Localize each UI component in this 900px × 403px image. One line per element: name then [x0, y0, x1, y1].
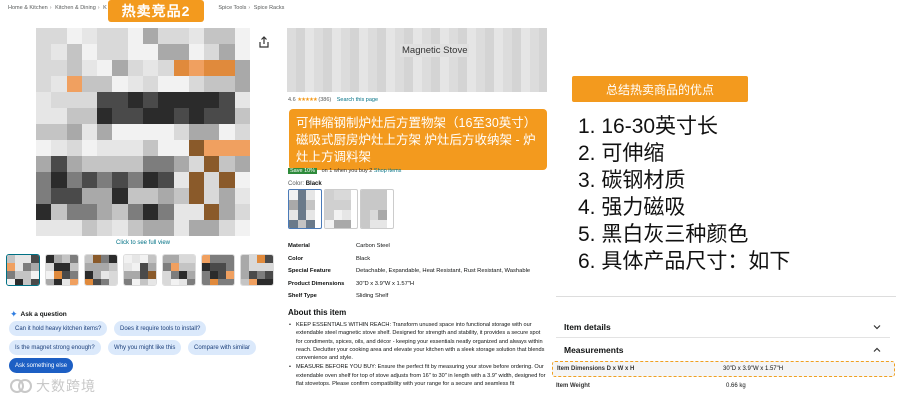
breadcrumb-item[interactable]: Kitchen & Dining	[55, 5, 96, 11]
list-item: 6. 具体产品尺寸：如下	[578, 250, 791, 273]
list-item: 5. 黑白灰三种颜色	[578, 223, 749, 246]
save-badge: Save 10%	[288, 168, 318, 174]
spec-table: Material Carbon Steel Color Black Special Fe…	[288, 240, 530, 303]
chevron-down-icon	[873, 324, 881, 329]
product-title: Magnetic Stove	[400, 44, 470, 57]
save-text: on 1 when you buy 2	[321, 168, 373, 174]
chevron-up-icon	[873, 347, 881, 352]
breadcrumb-item[interactable]: Spice Racks	[254, 5, 285, 11]
rating-count[interactable]: (386)	[318, 97, 331, 103]
title-translation-callout: 可伸缩钢制炉灶后方置物架（16至30英寸）磁吸式厨房炉灶上方架 炉灶后方收纳架 …	[289, 109, 547, 170]
top-tag: 热卖竞品2	[108, 0, 204, 22]
thumbnail[interactable]	[45, 254, 79, 286]
spec-value: 30"D x 3.9"W x 1.57"H	[356, 280, 415, 287]
question-chip[interactable]: Why you might like this	[108, 340, 182, 355]
product-title-blurred	[287, 28, 547, 92]
main-product-image[interactable]	[36, 28, 250, 236]
item-details-label: Item details	[564, 321, 611, 332]
about-bullets: KEEP ESSENTIALS WITHIN REACH: Transform …	[288, 321, 548, 389]
divider	[556, 296, 896, 297]
spec-value: Carbon Steel	[356, 243, 390, 250]
spec-key: Special Feature	[288, 268, 331, 275]
breadcrumb-item[interactable]: Spice Tools	[218, 5, 246, 11]
measurements-label: Measurements	[564, 345, 624, 355]
watermark-text: 大数跨境	[36, 378, 96, 394]
dimensions-row-highlighted: Item Dimensions D x W x H 30"D x 3.9"W x…	[552, 361, 895, 377]
search-page-link[interactable]: Search this page	[337, 97, 378, 103]
list-item: KEEP ESSENTIALS WITHIN REACH: Transform …	[288, 321, 548, 362]
spec-key: Color	[288, 255, 304, 262]
color-swatch[interactable]	[324, 189, 358, 229]
spec-row: Material Carbon Steel	[288, 240, 530, 253]
question-chip[interactable]: Is the magnet strong enough?	[9, 340, 101, 355]
question-chip[interactable]: Compare with similar	[188, 340, 257, 355]
item-details-accordion[interactable]: Item details	[556, 316, 890, 338]
breadcrumb-item[interactable]: K	[103, 5, 107, 11]
sparkle-icon: ✦	[10, 309, 18, 319]
spec-key: Shelf Type	[288, 293, 317, 300]
list-item: MEASURE BEFORE YOU BUY: Ensure the perfe…	[288, 363, 548, 388]
question-chip[interactable]: Does it require tools to install?	[114, 321, 207, 336]
about-heading: About this item	[288, 308, 347, 317]
list-item: 4. 强力磁吸	[578, 196, 686, 219]
thumbnail[interactable]	[240, 254, 274, 286]
watermark-logo-icon	[10, 379, 32, 393]
list-item: 3. 碳钢材质	[578, 169, 686, 192]
spec-row: Color Black	[288, 253, 530, 266]
spec-row: Special Feature Detachable, Expandable, H…	[288, 265, 530, 278]
color-label: Color: Black	[288, 181, 322, 187]
rating-row: 4.6 ★★★★★ (386) Search this page	[288, 97, 378, 103]
thumbnail[interactable]	[201, 254, 235, 286]
thumbnail[interactable]	[162, 254, 196, 286]
spec-value: Sliding Shelf	[356, 293, 389, 300]
ask-question-label: Ask a question	[20, 311, 67, 318]
measurements-accordion[interactable]: Measurements	[556, 339, 890, 361]
advantages-list: 1. 16-30英寸长 2. 可伸缩 3. 碳钢材质 4. 强力磁吸 5. 黑白…	[578, 113, 790, 275]
question-chip[interactable]: Can it hold heavy kitchen items?	[9, 321, 108, 336]
ask-something-else-button[interactable]: Ask something else	[9, 358, 74, 373]
breadcrumb-item[interactable]: Home & Kitchen	[8, 5, 48, 11]
thumbnail[interactable]	[84, 254, 118, 286]
color-swatches	[288, 189, 394, 229]
weight-value: 0.66 kg	[726, 382, 746, 389]
dimensions-value: 30"D x 3.9"W x 1.57"H	[723, 366, 784, 372]
share-icon[interactable]	[258, 36, 270, 48]
save-promo-row: Save 10% on 1 when you buy 2 Shop items	[288, 168, 401, 174]
thumbnail[interactable]	[123, 254, 157, 286]
selected-color: Black	[305, 181, 322, 187]
spec-value: Black	[356, 255, 371, 262]
weight-row: Item Weight 0.66 kg	[556, 379, 890, 392]
dimensions-key: Item Dimensions D x W x H	[557, 366, 635, 372]
spec-row: Product Dimensions 30"D x 3.9"W x 1.57"H	[288, 278, 530, 291]
weight-key: Item Weight	[556, 382, 590, 389]
star-rating-icon[interactable]: ★★★★★	[297, 97, 318, 103]
list-item: 2. 可伸缩	[578, 142, 665, 165]
thumbnail[interactable]	[6, 254, 40, 286]
list-item: 1. 16-30英寸长	[578, 115, 719, 138]
see-full-view-link[interactable]: Click to see full view	[116, 240, 170, 246]
thumbnail-strip	[6, 254, 274, 286]
shop-items-link[interactable]: Shop items	[374, 168, 402, 174]
color-swatch[interactable]	[288, 189, 322, 229]
spec-row: Shelf Type Sliding Shelf	[288, 290, 530, 303]
rating-value: 4.6	[288, 97, 296, 103]
spec-value: Detachable, Expandable, Heat Resistant, …	[356, 268, 531, 275]
spec-key: Product Dimensions	[288, 280, 345, 287]
summary-title: 总结热卖商品的优点	[572, 76, 748, 102]
ask-question-heading: ✦ Ask a question	[10, 309, 67, 320]
spec-key: Material	[288, 243, 310, 250]
watermark: 大数跨境	[10, 376, 96, 396]
color-swatch[interactable]	[360, 189, 394, 229]
